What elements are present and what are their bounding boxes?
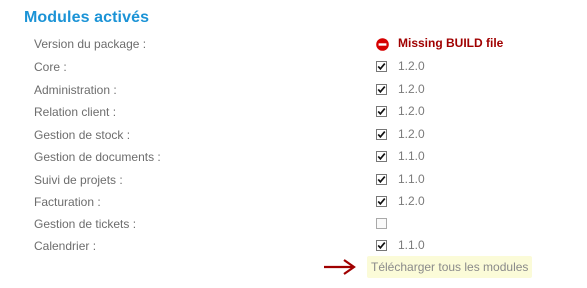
checkmark-icon	[377, 176, 386, 184]
module-label: Calendrier :	[34, 239, 97, 253]
module-checkbox[interactable]	[376, 129, 387, 140]
module-version: 1.1.0	[398, 172, 425, 186]
module-row-gestion-de-tickets: Gestion de tickets :	[0, 214, 587, 236]
missing-build-error: Missing BUILD file	[398, 36, 504, 50]
module-label: Facturation :	[34, 195, 101, 209]
module-row-calendrier: Calendrier : 1.1.0	[0, 236, 587, 258]
module-version: 1.2.0	[398, 127, 425, 141]
checkmark-icon	[377, 242, 386, 250]
checkmark-icon	[377, 198, 386, 206]
module-version: 1.2.0	[398, 194, 425, 208]
package-version-row: Version du package : Missing BUILD file	[0, 34, 587, 56]
module-row-relation-client: Relation client : 1.2.0	[0, 102, 587, 124]
module-label: Gestion de stock :	[34, 128, 131, 142]
checkmark-icon	[377, 153, 386, 161]
module-row-core: Core : 1.2.0	[0, 57, 587, 79]
arrow-right-icon	[324, 259, 356, 275]
module-label: Gestion de tickets :	[34, 217, 137, 231]
package-version-label: Version du package :	[34, 37, 147, 51]
module-version: 1.2.0	[398, 59, 425, 73]
module-checkbox[interactable]	[376, 84, 387, 95]
checkmark-icon	[377, 108, 386, 116]
module-version: 1.1.0	[398, 149, 425, 163]
module-version: 1.1.0	[398, 238, 425, 252]
download-all-modules-link[interactable]: Télécharger tous les modules	[367, 256, 533, 278]
checkmark-icon	[377, 63, 386, 71]
module-checkbox[interactable]	[376, 151, 387, 162]
module-checkbox[interactable]	[376, 196, 387, 207]
error-icon	[376, 38, 389, 51]
module-row-suivi-de-projets: Suivi de projets : 1.1.0	[0, 170, 587, 192]
section-title: Modules activés	[24, 9, 150, 26]
module-checkbox[interactable]	[376, 61, 387, 72]
module-checkbox[interactable]	[376, 174, 387, 185]
module-row-gestion-de-stock: Gestion de stock : 1.2.0	[0, 125, 587, 147]
module-version: 1.2.0	[398, 82, 425, 96]
module-version: 1.2.0	[398, 104, 425, 118]
module-label: Gestion de documents :	[34, 150, 161, 164]
module-checkbox[interactable]	[376, 218, 387, 229]
module-label: Core :	[34, 60, 67, 74]
module-label: Relation client :	[34, 105, 117, 119]
module-row-facturation: Facturation : 1.2.0	[0, 192, 587, 214]
module-row-gestion-de-documents: Gestion de documents : 1.1.0	[0, 147, 587, 169]
module-label: Suivi de projets :	[34, 173, 123, 187]
module-checkbox[interactable]	[376, 106, 387, 117]
checkmark-icon	[377, 131, 386, 139]
module-checkbox[interactable]	[376, 240, 387, 251]
module-row-administration: Administration : 1.2.0	[0, 80, 587, 102]
module-label: Administration :	[34, 83, 117, 97]
checkmark-icon	[377, 86, 386, 94]
